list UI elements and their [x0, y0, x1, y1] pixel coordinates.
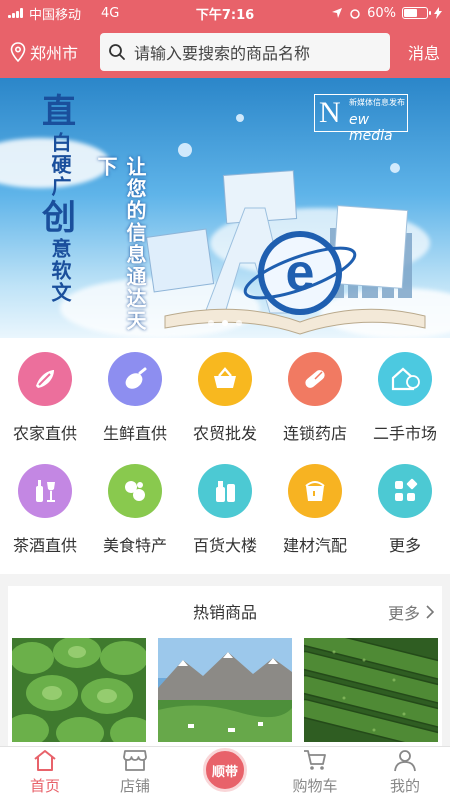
cart-icon: [304, 750, 326, 770]
location-pin-icon: [10, 42, 26, 62]
center-badge: 顺带: [203, 748, 247, 792]
city-selector[interactable]: 郑州市: [10, 40, 100, 64]
house-icon: [378, 352, 432, 406]
paint-bucket-icon: [288, 464, 342, 518]
category-ershou[interactable]: 二手市场: [360, 352, 450, 444]
category-chajiu[interactable]: 茶酒直供: [0, 464, 90, 556]
category-baihuo[interactable]: 百货大楼: [180, 464, 270, 556]
tab-center[interactable]: 顺带: [180, 747, 270, 800]
wine-icon: [18, 464, 72, 518]
battery-percent: 60%: [367, 5, 396, 21]
top-bar: 郑州市 请输入要搜索的商品名称 消息: [0, 26, 450, 78]
category-grid: 农家直供 生鲜直供 农贸批发 连锁药店 二手市场 茶酒直供 美食特产 百货大楼 …: [0, 338, 450, 574]
shop-icon: [123, 750, 147, 771]
hot-products-section: 热销商品 更多: [8, 586, 442, 746]
clock: 下午7:16: [195, 7, 255, 23]
banner-carousel[interactable]: e 直 白硬广 创 意软文 让您的信息通达天下 N 新媒体信息发布 ew med…: [0, 78, 450, 338]
signal-icon: [8, 8, 23, 18]
search-input[interactable]: 请输入要搜索的商品名称: [100, 33, 390, 71]
banner-slogan-left: 直 白硬广 创 意软文: [42, 92, 78, 304]
mountain-image: [158, 638, 292, 742]
home-icon: [34, 750, 56, 771]
tab-cart[interactable]: 购物车: [270, 747, 360, 800]
cucumber-image: [304, 638, 438, 742]
category-nongmao[interactable]: 农贸批发: [180, 352, 270, 444]
pill-icon: [288, 352, 342, 406]
bottom-tab-bar: 首页 店铺 顺带 购物车 我的: [0, 746, 450, 800]
message-button[interactable]: 消息: [390, 40, 440, 64]
category-shengxian[interactable]: 生鲜直供: [90, 352, 180, 444]
bottles-icon: [198, 464, 252, 518]
eggplant-icon: [108, 352, 162, 406]
category-nongjia[interactable]: 农家直供: [0, 352, 90, 444]
carousel-dot[interactable]: [208, 320, 214, 326]
status-bar: 中国移动 4G 下午7:16 60%: [0, 0, 450, 26]
category-more[interactable]: 更多: [360, 464, 450, 556]
product-card-mountain[interactable]: [158, 638, 292, 742]
search-icon: [109, 44, 125, 60]
product-card-cucumber[interactable]: [304, 638, 438, 742]
more-link[interactable]: 更多: [388, 600, 434, 624]
new-media-logo: N 新媒体信息发布 ew media: [314, 94, 408, 144]
tab-shop[interactable]: 店铺: [90, 747, 180, 800]
section-title: 热销商品: [192, 603, 257, 622]
location-arrow-icon: [332, 8, 343, 18]
banner-slogan-right: 让您的信息通达天下: [94, 156, 147, 332]
product-card-lettuce[interactable]: [12, 638, 146, 742]
search-placeholder: 请输入要搜索的商品名称: [134, 44, 311, 63]
battery-icon: [402, 7, 431, 19]
tab-home[interactable]: 首页: [0, 747, 90, 800]
carrier-label: 中国移动: [29, 7, 82, 23]
basket-icon: [198, 352, 252, 406]
alarm-icon: [350, 9, 360, 19]
farmer-icon: [18, 352, 72, 406]
city-label: 郑州市: [30, 44, 79, 63]
network-label: 4G: [101, 5, 120, 21]
carousel-indicator: [0, 320, 450, 326]
category-jiancai[interactable]: 建材汽配: [270, 464, 360, 556]
charging-icon: [434, 7, 442, 19]
category-yaodian[interactable]: 连锁药店: [270, 352, 360, 444]
carousel-dot-active[interactable]: [222, 320, 228, 326]
lettuce-image: [12, 638, 146, 742]
user-icon: [394, 750, 416, 772]
carousel-dot[interactable]: [236, 320, 242, 326]
category-meishi[interactable]: 美食特产: [90, 464, 180, 556]
tab-me[interactable]: 我的: [360, 747, 450, 800]
chevron-right-icon: [426, 605, 434, 619]
food-icon: [108, 464, 162, 518]
grid-icon: [378, 464, 432, 518]
